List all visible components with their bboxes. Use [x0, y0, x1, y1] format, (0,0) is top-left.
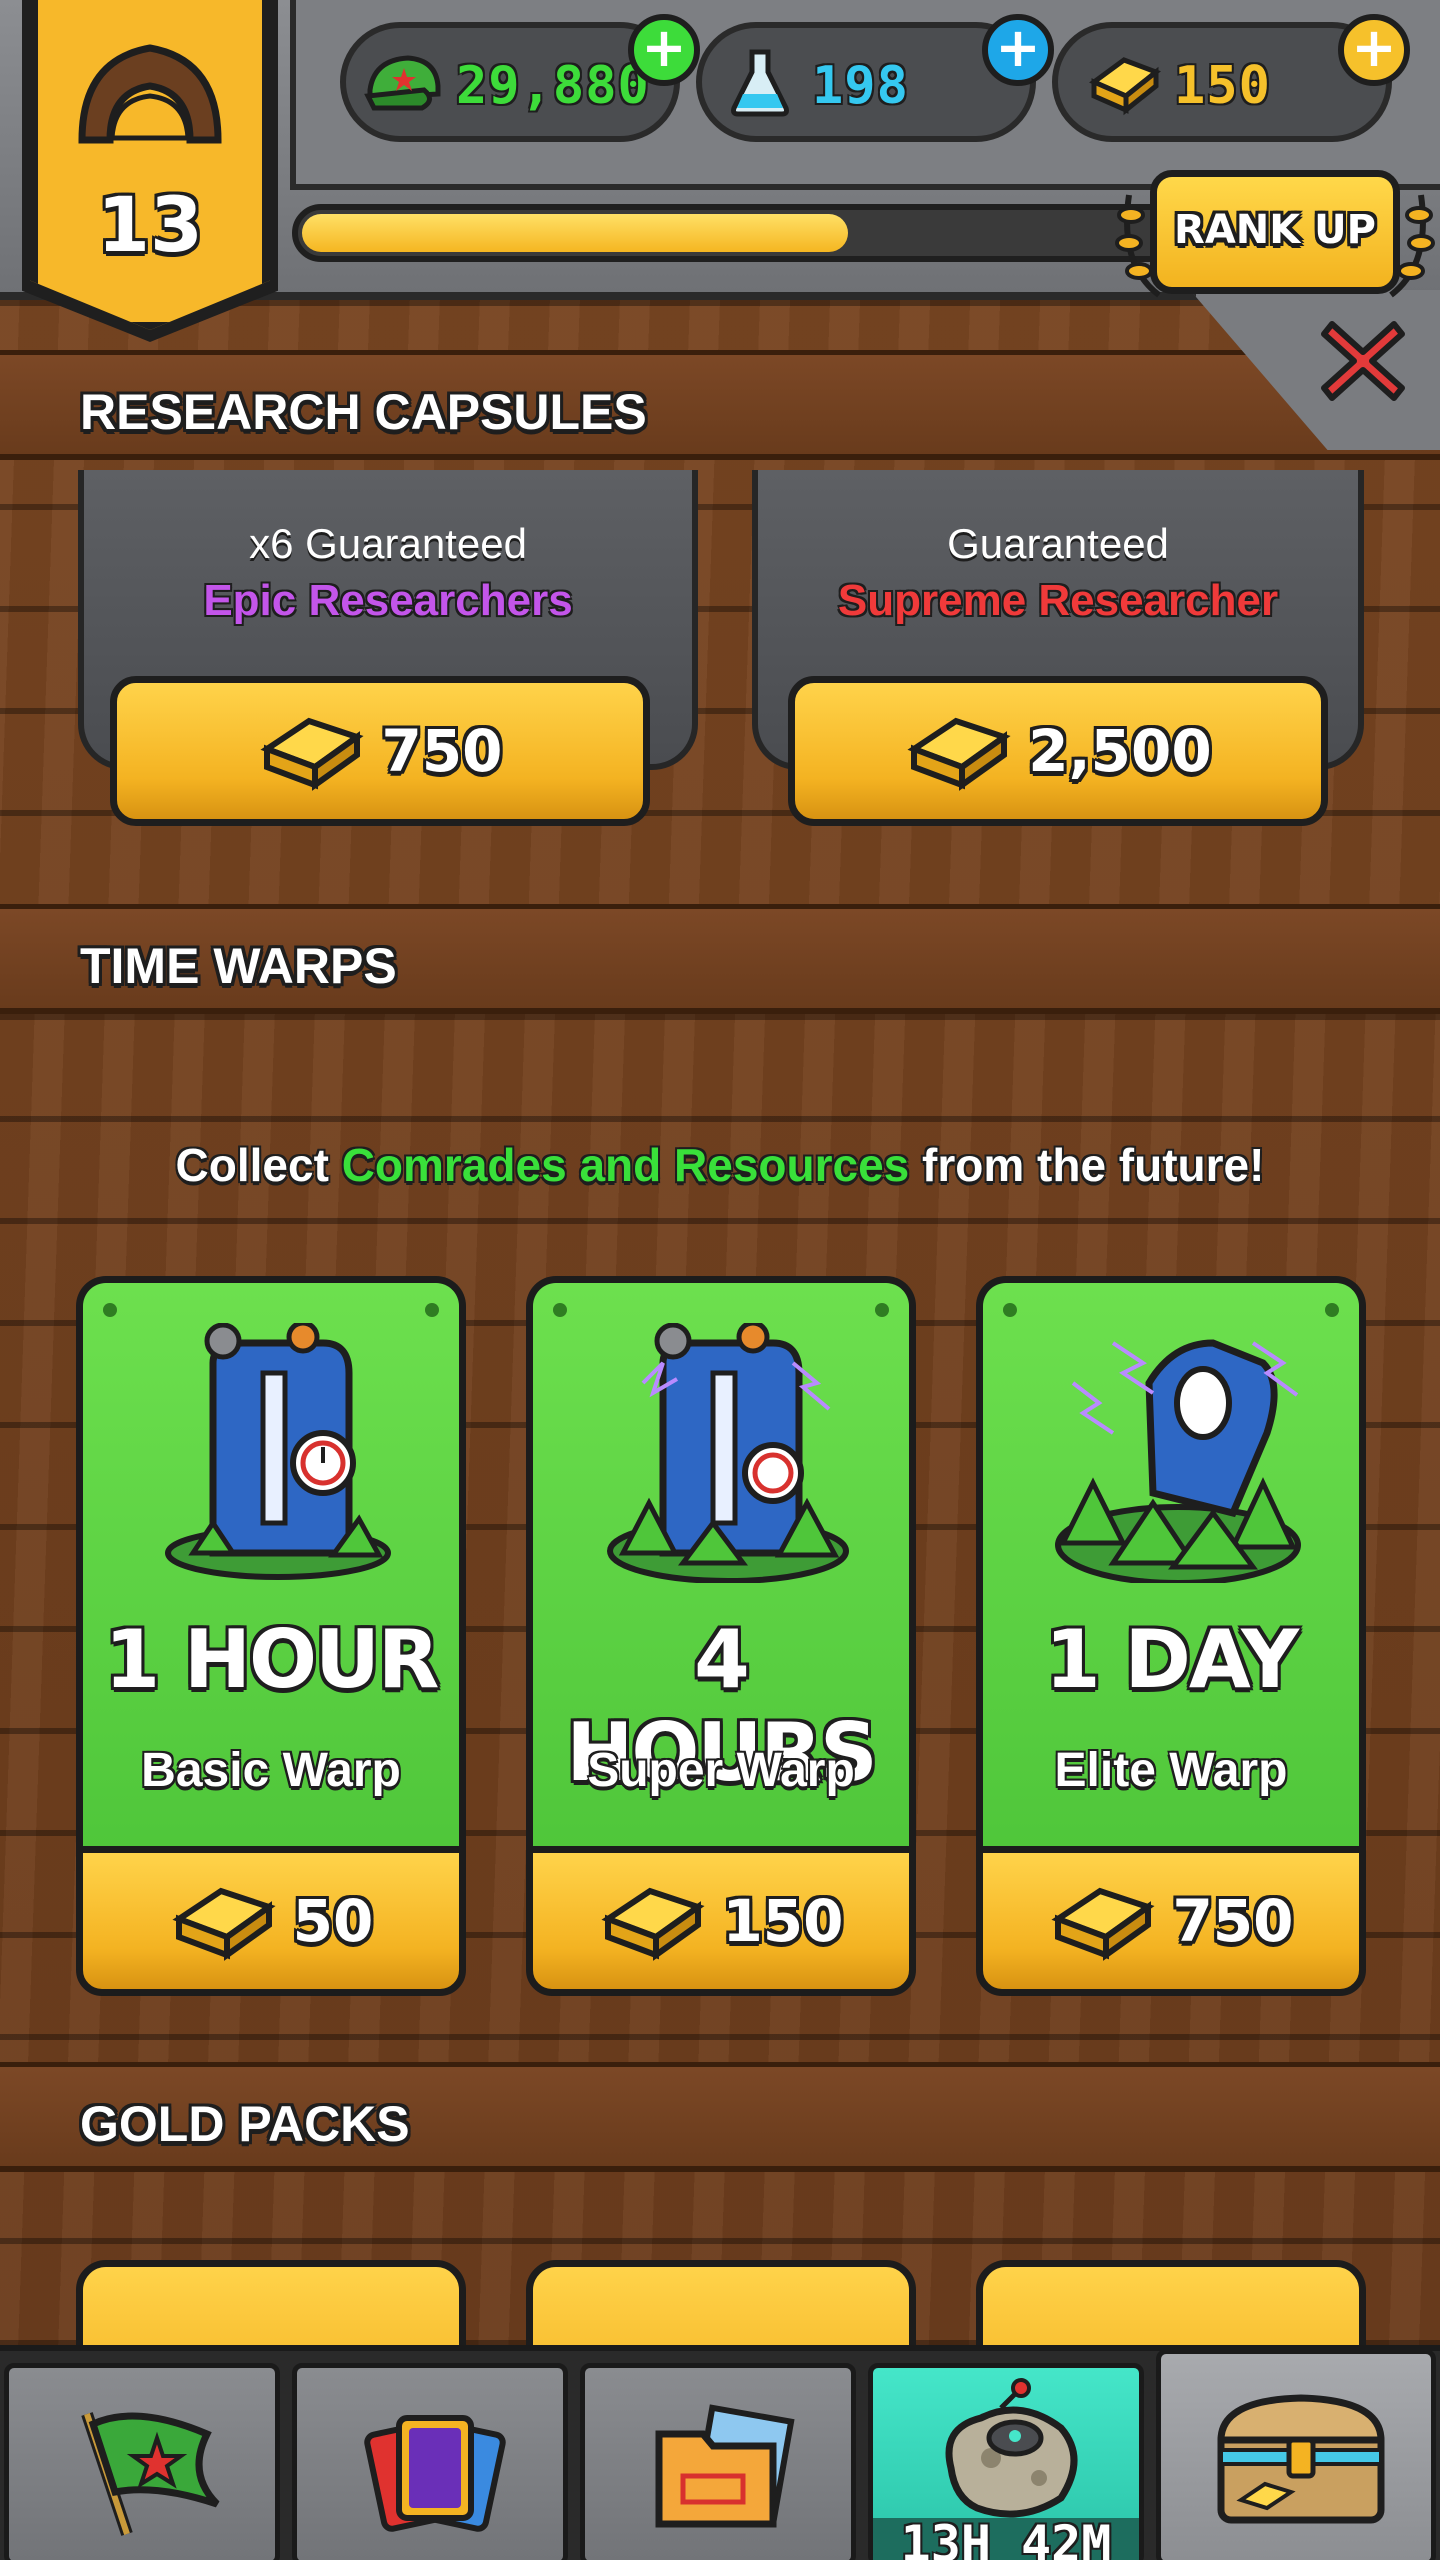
gold-bar-icon — [172, 1887, 276, 1961]
nav-tab-files[interactable] — [580, 2363, 856, 2560]
rank-up-button[interactable]: RANK UP — [1115, 170, 1435, 298]
cash-value: 29,880 — [456, 56, 650, 116]
gold-value: 150 — [1174, 56, 1271, 116]
bottom-nav: 13H 42M — [0, 2345, 1440, 2560]
buy-super-warp-button[interactable]: 150 — [526, 1846, 916, 1996]
section-title-gold-packs: GOLD PACKS — [80, 2096, 410, 2152]
rank-chevron-icon — [78, 44, 222, 144]
gold-bar-icon — [260, 717, 364, 791]
flask-icon — [731, 49, 789, 117]
warp-duration: 1 HOUR — [104, 1613, 439, 1706]
buy-epic-capsule-button[interactable]: 750 — [110, 676, 650, 826]
warp-card-basic[interactable]: 1 HOUR Basic Warp 50 — [76, 1276, 466, 1996]
rivet — [875, 1303, 889, 1317]
rivet — [103, 1303, 117, 1317]
warp-card-super[interactable]: 4 HOURS Super Warp 150 — [526, 1276, 916, 1996]
warp-card-panel: 4 HOURS Super Warp — [526, 1276, 916, 1856]
price-label: 150 — [722, 1887, 844, 1955]
add-gold-button[interactable]: + — [1338, 14, 1410, 86]
gold-bar-icon — [907, 717, 1011, 791]
rank-number: 13 — [97, 180, 203, 269]
price-label: 750 — [381, 717, 503, 785]
section-title-research-capsules: RESEARCH CAPSULES — [80, 384, 647, 440]
capsule-line2: Epic Researchers — [203, 576, 573, 625]
gold-bar-icon — [1089, 57, 1161, 116]
time-machine-icon — [607, 1323, 849, 1583]
buy-supreme-capsule-button[interactable]: 2,500 — [788, 676, 1328, 826]
rank-up-label: RANK UP — [1174, 207, 1376, 253]
subtitle-highlight: Comrades and Resources — [341, 1139, 910, 1191]
warp-name: Elite Warp — [1054, 1744, 1288, 1797]
flag-icon — [81, 2412, 220, 2536]
warp-name: Basic Warp — [141, 1744, 401, 1797]
gold-packs-header: GOLD PACKS — [0, 2062, 1440, 2172]
price-label: 50 — [292, 1887, 374, 1955]
research-capsules-header: RESEARCH CAPSULES — [0, 350, 1440, 460]
buy-elite-warp-button[interactable]: 750 — [976, 1846, 1366, 1996]
add-cash-button[interactable]: + — [628, 14, 700, 86]
price-label: 750 — [1172, 1887, 1294, 1955]
rivet — [553, 1303, 567, 1317]
rank-progress-bar — [292, 204, 1192, 262]
nav-tab-shop[interactable] — [1156, 2349, 1436, 2560]
nav-tab-cards[interactable] — [292, 2363, 568, 2560]
close-icon[interactable] — [1316, 314, 1410, 408]
warp-card-panel: 1 HOUR Basic Warp — [76, 1276, 466, 1856]
capsule-line1: Guaranteed — [947, 520, 1169, 567]
nav-tab-asteroid[interactable]: 13H 42M — [868, 2363, 1144, 2560]
science-value: 198 — [812, 56, 909, 116]
section-title-time-warps: TIME WARPS — [80, 938, 397, 994]
subtitle-text: from the future! — [909, 1139, 1265, 1191]
rivet — [425, 1303, 439, 1317]
nav-tab-missions[interactable] — [4, 2363, 280, 2560]
rivet — [1003, 1303, 1017, 1317]
cards-icon — [364, 2415, 506, 2532]
warp-duration: 1 DAY — [1044, 1613, 1299, 1706]
subtitle-text: Collect — [175, 1139, 342, 1191]
warp-name: Super Warp — [587, 1744, 855, 1797]
asteroid-icon — [945, 2378, 1078, 2518]
add-science-button[interactable]: + — [982, 14, 1054, 86]
warp-card-panel: 1 DAY Elite Warp — [976, 1276, 1366, 1856]
time-machine-icon — [165, 1323, 391, 1580]
gold-bar-icon — [601, 1887, 705, 1961]
time-warps-subtitle: Collect Comrades and Resources from the … — [0, 1138, 1440, 1192]
warp-card-elite[interactable]: 1 DAY Elite Warp 750 — [976, 1276, 1366, 1996]
laurel-right-icon — [1389, 194, 1435, 298]
price-label: 2,500 — [1028, 717, 1212, 785]
time-machine-icon — [1055, 1339, 1301, 1583]
treasure-chest-icon — [1217, 2394, 1385, 2524]
capsule-line1: x6 Guaranteed — [249, 520, 527, 567]
capsule-line2: Supreme Researcher — [837, 576, 1279, 625]
buy-basic-warp-button[interactable]: 50 — [76, 1846, 466, 1996]
asteroid-timer: 13H 42M — [873, 2518, 1139, 2560]
army-cap-icon — [364, 55, 441, 111]
rivet — [1325, 1303, 1339, 1317]
folder-icon — [655, 2404, 795, 2528]
time-warps-header: TIME WARPS — [0, 904, 1440, 1014]
rank-progress-fill — [302, 214, 848, 252]
gold-bar-icon — [1051, 1887, 1155, 1961]
